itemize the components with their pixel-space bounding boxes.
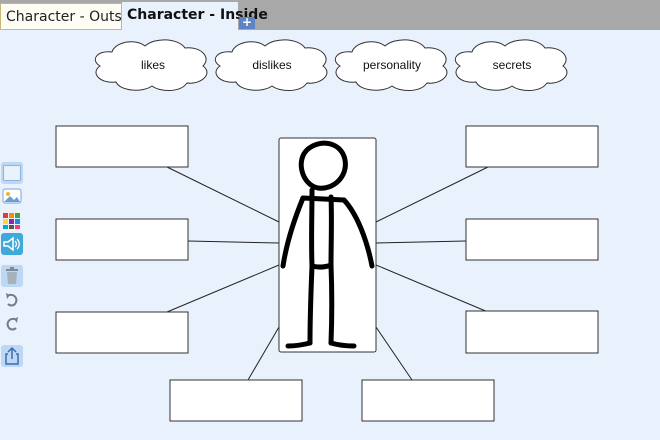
trash-icon bbox=[6, 267, 18, 284]
worksheet-drawing: likes dislikes personality secrets bbox=[55, 39, 599, 422]
trait-box-bottom-right[interactable] bbox=[361, 379, 495, 422]
color-palette-tool[interactable] bbox=[1, 210, 23, 232]
trait-box-right-bottom[interactable] bbox=[465, 310, 599, 354]
blank-shape-tool[interactable] bbox=[1, 162, 23, 184]
trait-box-left-middle[interactable] bbox=[55, 218, 189, 261]
cloud-label-dislikes: dislikes bbox=[252, 58, 291, 72]
audio-tool[interactable] bbox=[1, 233, 23, 255]
cloud-label-personality: personality bbox=[363, 58, 421, 72]
undo-icon bbox=[6, 293, 18, 307]
undo-tool[interactable] bbox=[1, 289, 23, 311]
trait-box-left-top[interactable] bbox=[55, 125, 189, 168]
blank-rectangle-icon bbox=[3, 165, 21, 181]
insert-image-tool[interactable] bbox=[1, 185, 23, 207]
trait-box-left-bottom[interactable] bbox=[55, 311, 189, 354]
tab-bar: Character - Outside Character - Inside + bbox=[0, 0, 660, 30]
speaker-icon bbox=[3, 236, 20, 252]
tab-character-outside[interactable]: Character - Outside bbox=[0, 3, 143, 30]
trait-box-bottom-left[interactable] bbox=[169, 379, 303, 422]
share-tool[interactable] bbox=[1, 345, 23, 367]
image-icon bbox=[2, 188, 22, 204]
add-tab-button[interactable]: + bbox=[239, 16, 255, 29]
tab-character-inside[interactable]: Character - Inside bbox=[122, 2, 268, 30]
share-icon bbox=[5, 346, 19, 365]
cloud-personality[interactable]: personality bbox=[334, 39, 448, 91]
cloud-likes[interactable]: likes bbox=[94, 39, 208, 91]
cloud-label-likes: likes bbox=[141, 58, 165, 72]
worksheet-canvas: likes dislikes personality secrets bbox=[0, 30, 660, 440]
cloud-secrets[interactable]: secrets bbox=[454, 39, 568, 91]
delete-tool[interactable] bbox=[1, 265, 23, 287]
trait-box-right-top[interactable] bbox=[465, 125, 599, 168]
redo-tool[interactable] bbox=[1, 313, 23, 335]
trait-box-right-middle[interactable] bbox=[465, 218, 599, 261]
cloud-label-secrets: secrets bbox=[493, 58, 532, 72]
stick-figure[interactable] bbox=[278, 137, 377, 353]
cloud-dislikes[interactable]: dislikes bbox=[214, 39, 328, 91]
redo-icon bbox=[6, 317, 18, 331]
palette-icon bbox=[3, 213, 20, 229]
